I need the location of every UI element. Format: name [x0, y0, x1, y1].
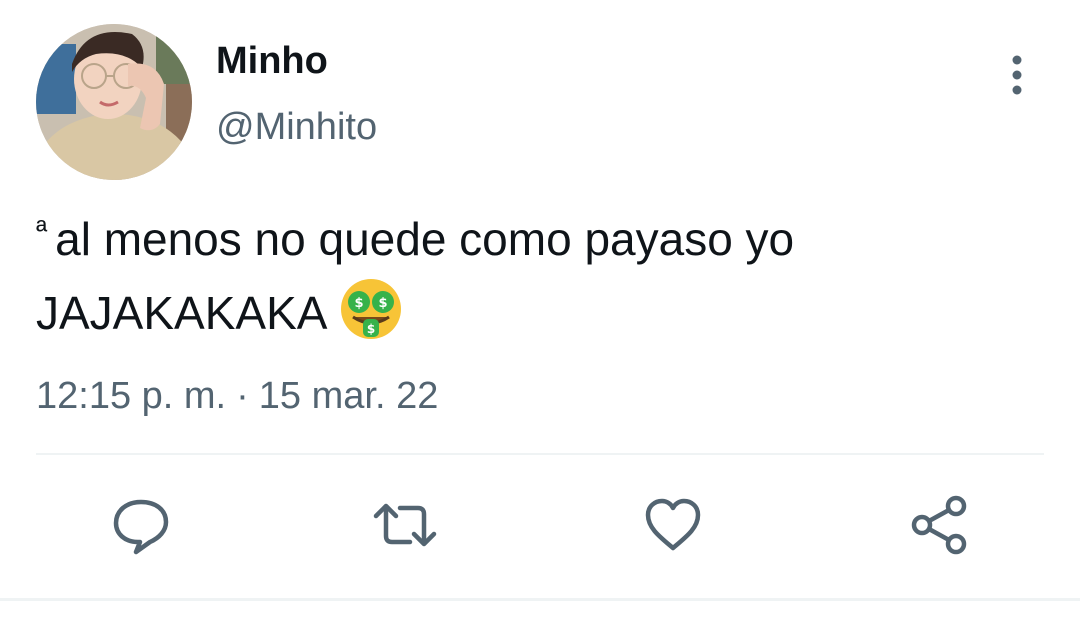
- money-mouth-face-icon: $ $ $: [339, 277, 403, 341]
- share-button[interactable]: [904, 490, 974, 560]
- tweet-text-line-1: ª al menos no quede como payaso yo: [36, 208, 1046, 277]
- svg-text:$: $: [367, 322, 375, 336]
- retweet-icon: [373, 503, 437, 547]
- tweet-text-line-2: JAJAKAKAKA $ $ $: [36, 277, 1046, 344]
- tweet-text: ª al menos no quede como payaso yo JAJAKA…: [36, 208, 1046, 344]
- like-button[interactable]: [638, 490, 708, 560]
- svg-text:$: $: [355, 296, 364, 311]
- reply-button[interactable]: [106, 490, 176, 560]
- divider: [36, 453, 1044, 455]
- heart-icon: [645, 498, 701, 551]
- tweet-timestamp[interactable]: 12:15 p. m. · 15 mar. 22: [36, 372, 438, 420]
- display-name[interactable]: Minho: [216, 38, 328, 84]
- superscript-mark: ª: [36, 215, 48, 248]
- more-vertical-icon: [1012, 55, 1022, 95]
- tweet-line-2-text: JAJAKAKAKA: [36, 287, 328, 339]
- tweet-date: 15 mar. 22: [258, 375, 439, 417]
- avatar[interactable]: [36, 24, 192, 180]
- share-icon: [911, 495, 967, 555]
- comment-icon: [113, 499, 169, 555]
- more-options-button[interactable]: [996, 50, 1038, 100]
- bottom-divider: [0, 598, 1080, 601]
- svg-text:$: $: [379, 296, 388, 311]
- tweet-time: 12:15 p. m.: [36, 375, 227, 417]
- meta-separator: ·: [236, 375, 249, 417]
- tweet-line-1-text: al menos no quede como payaso yo: [55, 213, 795, 265]
- user-handle[interactable]: @Minhito: [216, 104, 377, 150]
- retweet-button[interactable]: [370, 490, 440, 560]
- tweet-card: Minho @Minhito ª al menos no quede como p…: [0, 0, 1080, 618]
